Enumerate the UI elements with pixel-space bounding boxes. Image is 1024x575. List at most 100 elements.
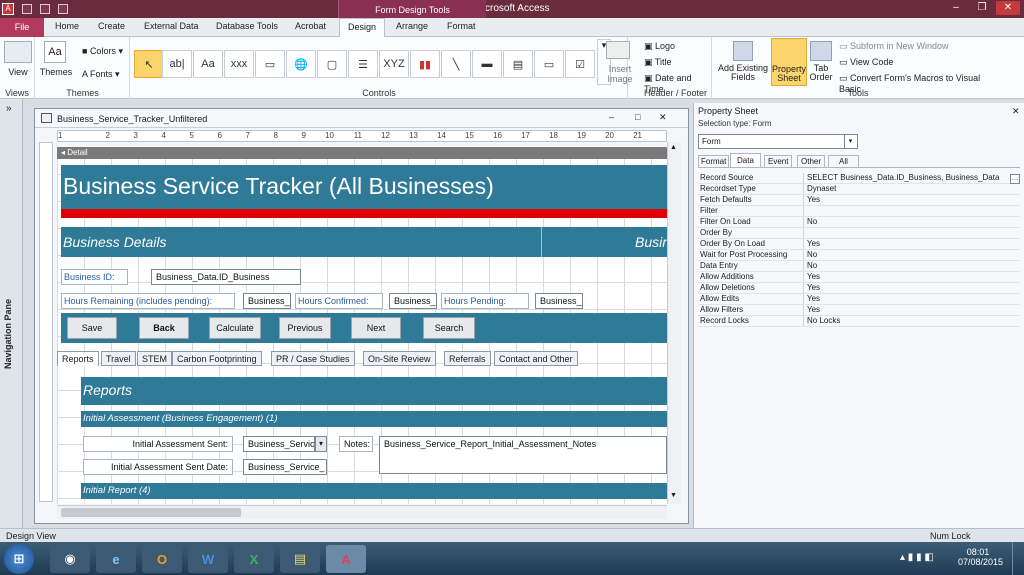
prop-tab-other[interactable]: Other: [797, 155, 826, 168]
tab-home[interactable]: Home: [55, 21, 79, 31]
outlook-icon[interactable]: O: [142, 545, 182, 573]
detail-section-bar[interactable]: ◂ Detail: [57, 147, 667, 159]
prop-tab-format[interactable]: Format: [698, 155, 730, 168]
property-value[interactable]: Yes: [804, 195, 1020, 205]
checkbox-control-icon[interactable]: ☑: [565, 50, 595, 78]
tab-stem[interactable]: STEM: [137, 351, 173, 366]
view-code-button[interactable]: ▭ View Code: [839, 57, 893, 68]
insert-image-button[interactable]: Insert Image: [600, 64, 640, 84]
add-existing-fields-button[interactable]: Add Existing Fields: [717, 64, 769, 82]
list-box-icon[interactable]: ▤: [503, 50, 533, 78]
property-row[interactable]: Order By: [698, 228, 1020, 239]
excel-icon[interactable]: X: [234, 545, 274, 573]
notes-field[interactable]: Business_Service_Report_Initial_Assessme…: [379, 436, 667, 474]
line-control-icon[interactable]: ╲: [441, 50, 471, 78]
back-button[interactable]: Back: [139, 317, 189, 339]
property-row[interactable]: Order By On Load Yes: [698, 239, 1020, 250]
clock[interactable]: 08:01 07/08/2015: [958, 547, 1003, 567]
initial-assessment-sent-date-label[interactable]: Initial Assessment Sent Date:: [83, 459, 233, 475]
tab-reports[interactable]: Reports: [57, 351, 99, 366]
add-existing-fields-icon[interactable]: [733, 41, 753, 61]
themes-button[interactable]: Themes: [38, 67, 74, 77]
tab-arrange[interactable]: Arrange: [396, 21, 428, 31]
initial-assessment-heading[interactable]: Initial Assessment (Business Engagement)…: [83, 413, 277, 424]
access-taskbar-icon[interactable]: A: [326, 545, 366, 573]
initial-assessment-sent-label[interactable]: Initial Assessment Sent:: [83, 436, 233, 452]
view-button[interactable]: View: [4, 67, 32, 77]
tab-format[interactable]: Format: [447, 21, 476, 31]
select-pointer-icon[interactable]: ↖: [134, 50, 164, 78]
builder-ellipsis-icon[interactable]: …: [1010, 174, 1020, 184]
form-title-label[interactable]: Business Service Tracker (All Businesses…: [63, 173, 494, 200]
next-button[interactable]: Next: [351, 317, 401, 339]
initial-assessment-sent-combo[interactable]: Business_Servic: [243, 436, 315, 452]
tab-pr-case-studies[interactable]: PR / Case Studies: [271, 351, 355, 366]
tab-design[interactable]: Design: [339, 18, 386, 37]
property-value[interactable]: [804, 228, 1020, 238]
tab-acrobat[interactable]: Acrobat: [295, 21, 326, 31]
reports-heading[interactable]: Reports: [83, 382, 132, 398]
navigation-pane[interactable]: » Navigation Pane: [0, 99, 23, 528]
tab-carbon-footprinting[interactable]: Carbon Footprinting: [172, 351, 262, 366]
property-sheet-close-icon[interactable]: ✕: [1012, 106, 1020, 117]
property-value[interactable]: SELECT Business_Data.ID_Business, Busine…: [804, 173, 1020, 183]
tab-travel[interactable]: Travel: [101, 351, 136, 366]
hours-remaining-field[interactable]: Business_: [243, 293, 291, 309]
property-row[interactable]: Filter: [698, 206, 1020, 217]
property-value[interactable]: Yes: [804, 305, 1020, 315]
horizontal-scrollbar[interactable]: [57, 505, 667, 519]
themes-icon[interactable]: Aa: [44, 41, 66, 63]
fonts-button[interactable]: A Fonts ▾: [82, 69, 120, 80]
explorer-icon[interactable]: ▤: [280, 545, 320, 573]
notes-label[interactable]: Notes:: [339, 436, 373, 452]
button-control-icon[interactable]: xxx: [224, 50, 254, 78]
undo-icon[interactable]: [40, 4, 50, 14]
toggle-button-icon[interactable]: ▬: [472, 50, 502, 78]
title-button[interactable]: ▣ Title: [644, 57, 672, 68]
tray-icons[interactable]: ▴ ▮ ▮ ◧: [900, 552, 934, 563]
hours-pending-field[interactable]: Business_: [535, 293, 583, 309]
property-value[interactable]: No: [804, 250, 1020, 260]
property-row[interactable]: Wait for Post Processing No: [698, 250, 1020, 261]
tab-control-icon[interactable]: ▭: [255, 50, 285, 78]
view-icon[interactable]: [4, 41, 32, 63]
save-button[interactable]: Save: [67, 317, 117, 339]
form-restore-icon[interactable]: □: [635, 112, 640, 122]
word-icon[interactable]: W: [188, 545, 228, 573]
rectangle-control-icon[interactable]: ▭: [534, 50, 564, 78]
form-close-icon[interactable]: ✕: [659, 112, 667, 123]
label-control-icon[interactable]: Aa: [193, 50, 223, 78]
property-sheet-button[interactable]: Property Sheet: [771, 38, 807, 86]
tab-on-site-review[interactable]: On-Site Review: [363, 351, 436, 366]
tab-database-tools[interactable]: Database Tools: [216, 21, 278, 31]
form-design-canvas[interactable]: ◂ Detail Business Service Tracker (All B…: [57, 147, 667, 504]
hours-remaining-label[interactable]: Hours Remaining (includes pending):: [61, 293, 235, 309]
property-value[interactable]: [804, 206, 1020, 216]
scroll-down-icon[interactable]: ▼: [670, 492, 677, 499]
redo-icon[interactable]: [58, 4, 68, 14]
insert-image-icon[interactable]: [606, 41, 630, 59]
web-browser-control-icon[interactable]: ▢: [317, 50, 347, 78]
prop-tab-all[interactable]: All: [828, 155, 859, 168]
expand-nav-icon[interactable]: »: [6, 103, 12, 114]
business-id-label[interactable]: Business ID:: [61, 269, 128, 285]
option-group-icon[interactable]: XYZ: [379, 50, 409, 78]
colors-button[interactable]: ■ Colors ▾: [82, 46, 123, 57]
chrome-icon[interactable]: ◉: [50, 545, 90, 573]
property-row[interactable]: Allow Deletions Yes: [698, 283, 1020, 294]
property-row[interactable]: Fetch Defaults Yes: [698, 195, 1020, 206]
property-value[interactable]: Yes: [804, 283, 1020, 293]
business-id-field[interactable]: Business_Data.ID_Business: [151, 269, 301, 285]
property-row[interactable]: Allow Edits Yes: [698, 294, 1020, 305]
tab-create[interactable]: Create: [98, 21, 125, 31]
property-value[interactable]: No Locks: [804, 316, 1020, 326]
property-value[interactable]: Yes: [804, 272, 1020, 282]
start-button[interactable]: ⊞: [4, 544, 34, 574]
prop-tab-event[interactable]: Event: [764, 155, 793, 168]
vertical-scrollbar[interactable]: ▲ ▼: [667, 142, 681, 504]
property-value[interactable]: Yes: [804, 239, 1020, 249]
logo-button[interactable]: ▣ Logo: [644, 41, 675, 52]
form-minimize-icon[interactable]: –: [609, 112, 614, 122]
prop-tab-data[interactable]: Data: [730, 153, 761, 167]
tab-referrals[interactable]: Referrals: [444, 351, 491, 366]
